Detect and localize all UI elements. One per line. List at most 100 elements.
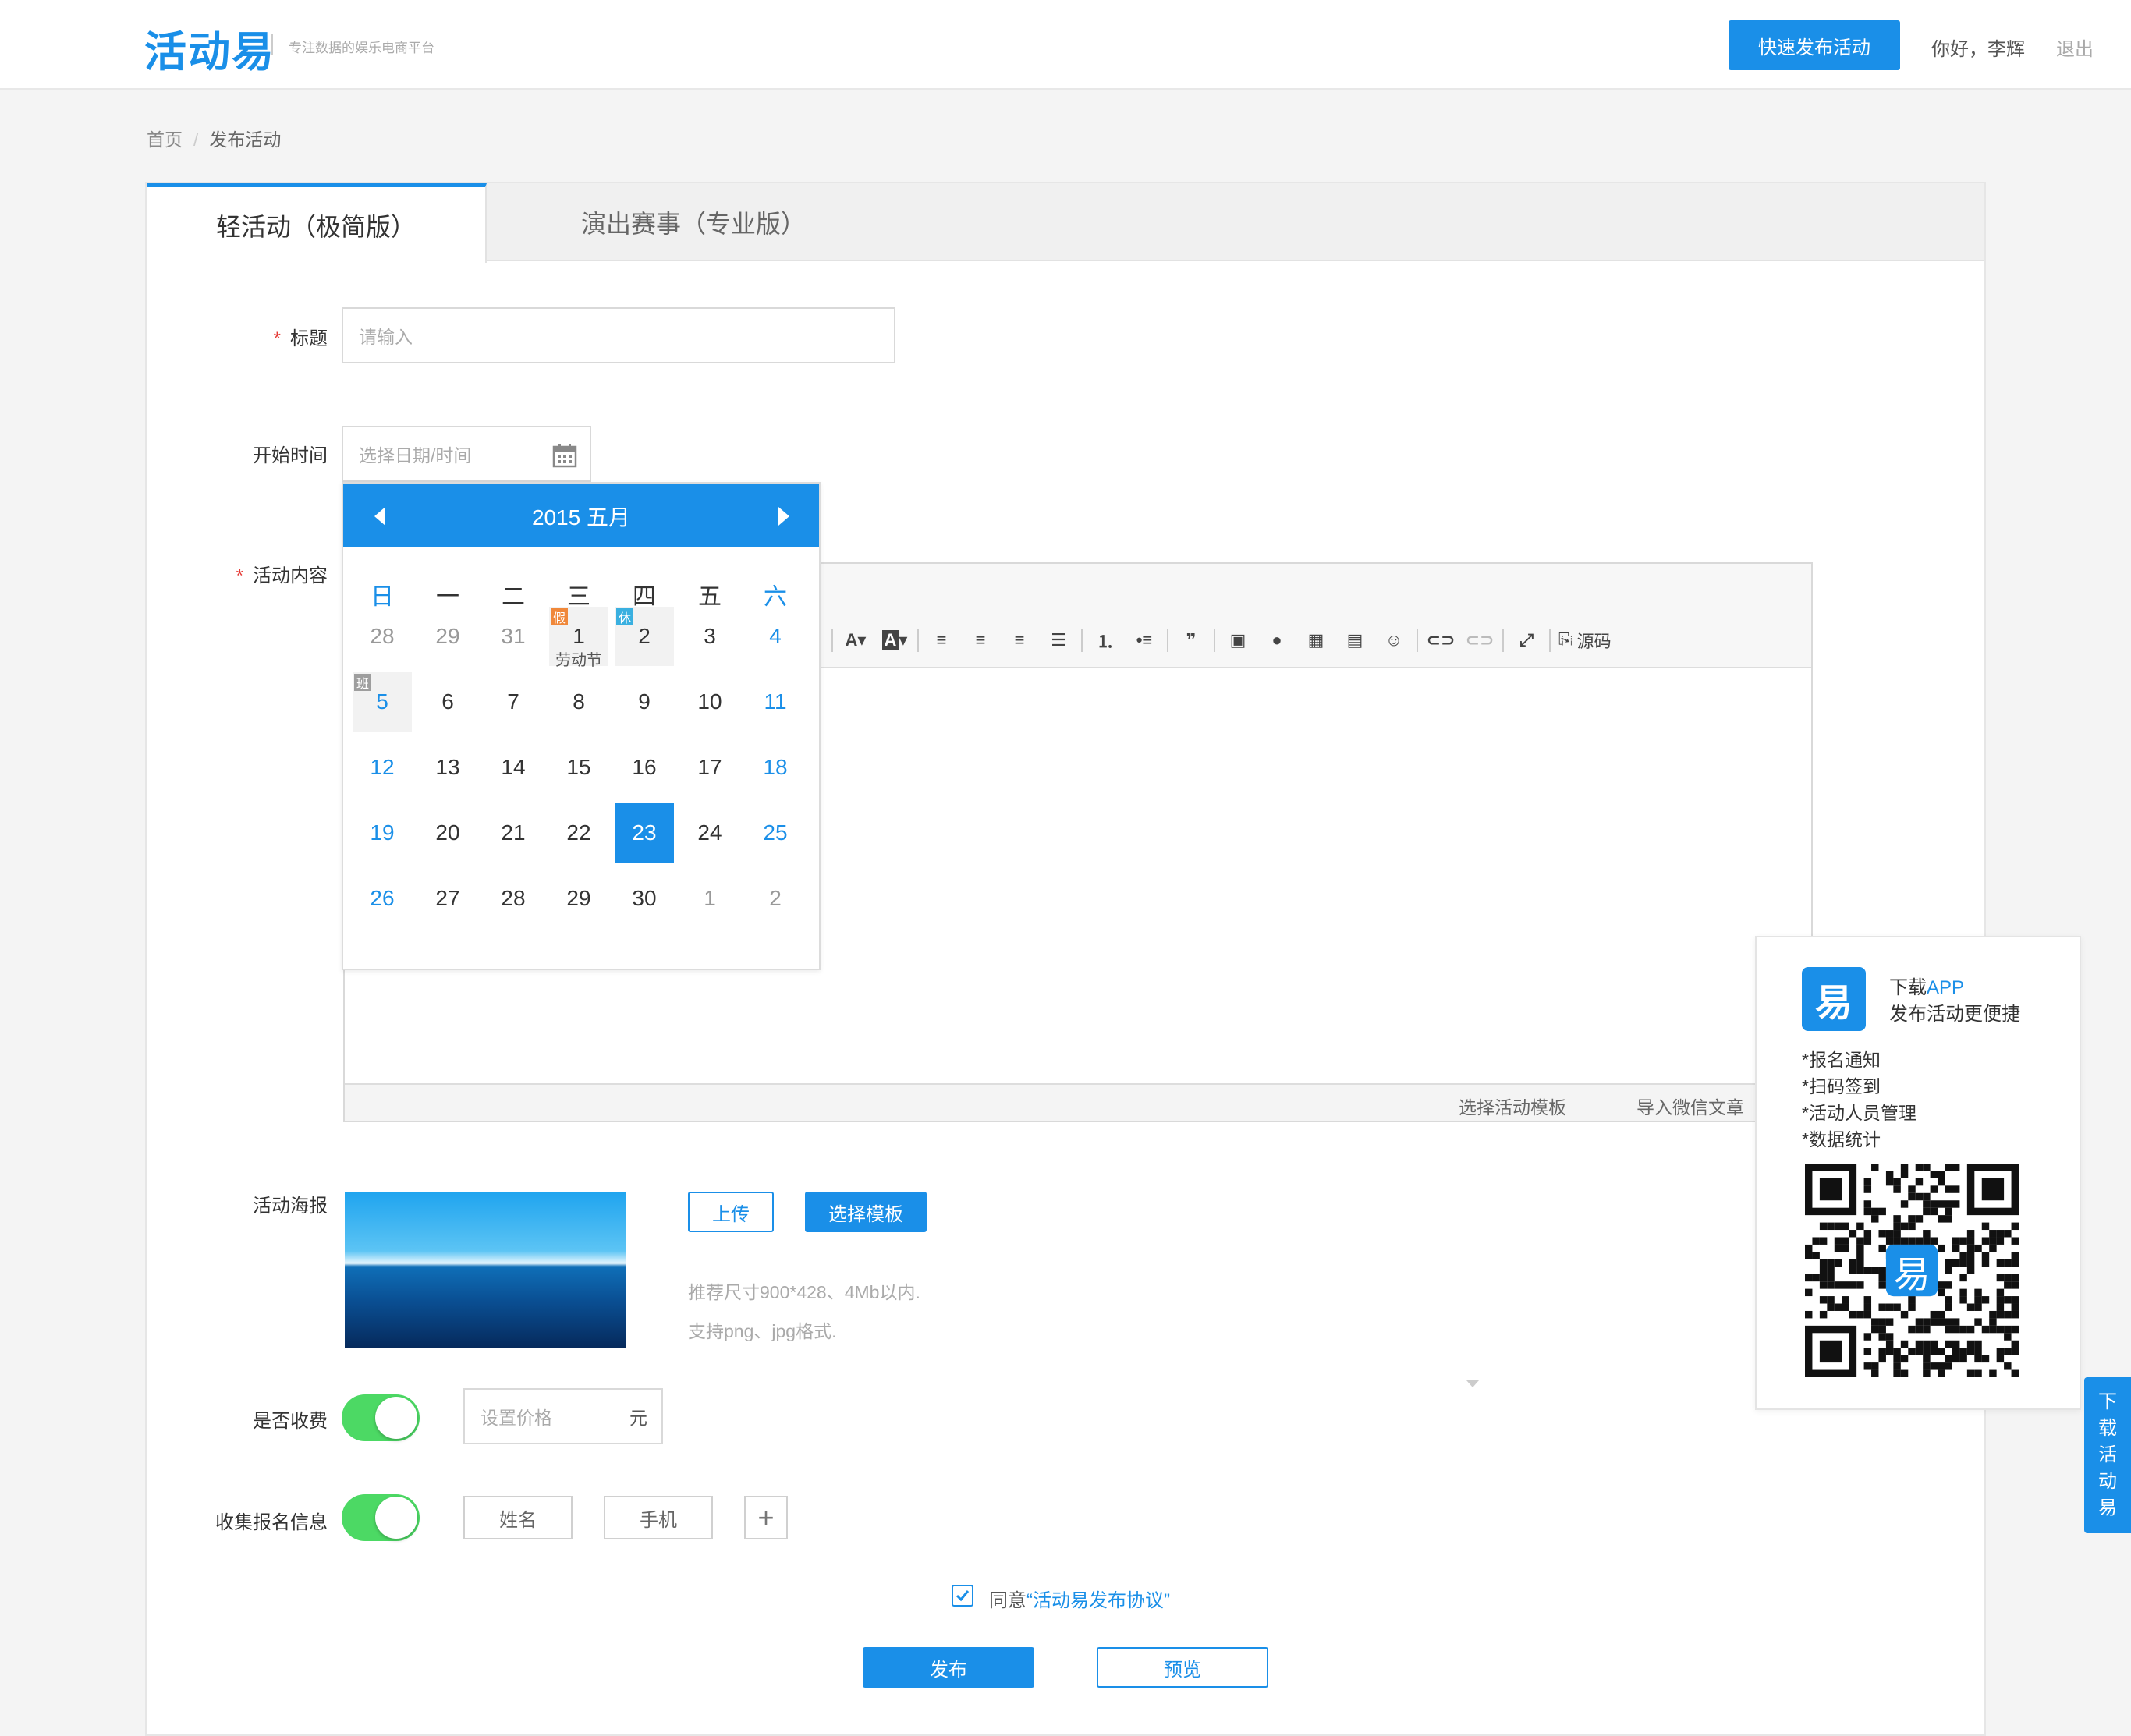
- required-mark: *: [273, 328, 281, 349]
- content-label: * 活动内容: [236, 565, 328, 586]
- user-greeting: 你好，李辉: [1931, 39, 2025, 60]
- link-icon[interactable]: ⊂⊃: [1421, 625, 1460, 656]
- calendar-day[interactable]: 28: [353, 607, 412, 666]
- tab-bar: 轻活动（极简版） 演出赛事（专业版）: [147, 183, 1984, 263]
- unlink-icon[interactable]: ⊂⊃: [1460, 625, 1499, 656]
- poster-label: 活动海报: [253, 1196, 328, 1217]
- price-input[interactable]: 设置价格 元: [463, 1388, 663, 1444]
- agree-checkbox[interactable]: [952, 1585, 973, 1607]
- collect-info-label: 收集报名信息: [215, 1512, 328, 1533]
- title-input[interactable]: 请输入: [342, 307, 895, 363]
- publish-button[interactable]: 发布: [863, 1647, 1034, 1688]
- tab-performance-event[interactable]: 演出赛事（专业版）: [487, 183, 900, 261]
- calendar-day[interactable]: 1: [680, 869, 739, 928]
- side-download-tab[interactable]: 下载活动易: [2084, 1377, 2131, 1533]
- field-chip-name[interactable]: 姓名: [463, 1496, 573, 1539]
- calendar-day[interactable]: 16: [615, 738, 674, 797]
- qr-code-icon: 易: [1805, 1164, 2019, 1377]
- calendar-day[interactable]: 29: [418, 607, 477, 666]
- calendar-day[interactable]: 2: [746, 869, 805, 928]
- upload-button[interactable]: 上传: [688, 1192, 774, 1232]
- calendar-day[interactable]: 9: [615, 672, 674, 732]
- preview-button[interactable]: 预览: [1097, 1647, 1268, 1688]
- calendar-day[interactable]: 7: [484, 672, 543, 732]
- calendar-day[interactable]: 18: [746, 738, 805, 797]
- calendar-day[interactable]: 23: [615, 803, 674, 863]
- calendar-day[interactable]: 21: [484, 803, 543, 863]
- table-icon[interactable]: ▦: [1296, 625, 1335, 656]
- start-time-input[interactable]: 选择日期/时间: [342, 426, 591, 482]
- next-month-icon[interactable]: [778, 507, 789, 526]
- calendar-day[interactable]: 11: [746, 672, 805, 732]
- logo-divider: [271, 34, 273, 55]
- feature-item: *扫码签到: [1802, 1076, 1881, 1097]
- calendar-day[interactable]: 6: [418, 672, 477, 732]
- fullscreen-icon[interactable]: ⤢: [1507, 625, 1546, 656]
- feature-list: *报名通知 *扫码签到 *活动人员管理 *数据统计: [1802, 1047, 1916, 1153]
- ordered-list-icon[interactable]: ⒈: [1086, 625, 1125, 656]
- calendar-day[interactable]: 25: [746, 803, 805, 863]
- holiday-name: 劳动节: [555, 652, 602, 669]
- agreement-text: 同意“活动易发布协议”: [989, 1590, 1170, 1611]
- calendar-day[interactable]: 28: [484, 869, 543, 928]
- calendar-day[interactable]: 19: [353, 803, 412, 863]
- calendar-icon[interactable]: [552, 443, 577, 468]
- calendar-day[interactable]: 26: [353, 869, 412, 928]
- fee-toggle[interactable]: [342, 1394, 420, 1441]
- font-color-icon[interactable]: A▾: [836, 625, 875, 656]
- emoji-icon[interactable]: ☺: [1374, 625, 1413, 656]
- calendar-day[interactable]: 24: [680, 803, 739, 863]
- horizontal-rule-icon[interactable]: ▤: [1335, 625, 1374, 656]
- calendar-day[interactable]: 31: [484, 607, 543, 666]
- field-chip-phone[interactable]: 手机: [604, 1496, 713, 1539]
- editor-footer: 选择活动模板 导入微信文章: [345, 1083, 1811, 1121]
- breadcrumb: 首页 / 发布活动: [147, 125, 281, 151]
- breadcrumb-home[interactable]: 首页: [147, 129, 183, 150]
- align-right-icon[interactable]: ≡: [1000, 625, 1039, 656]
- calendar-day[interactable]: 10: [680, 672, 739, 732]
- add-field-button[interactable]: +: [744, 1496, 788, 1539]
- required-mark: *: [236, 565, 243, 586]
- highlight-color-icon[interactable]: A ▾: [875, 625, 914, 656]
- app-download-panel: 易 下载APP 发布活动更便捷 *报名通知 *扫码签到 *活动人员管理 *数据统…: [1755, 936, 2081, 1410]
- source-code-button[interactable]: ⎘ 源码: [1554, 625, 1616, 656]
- calendar-day[interactable]: 17: [680, 738, 739, 797]
- calendar-day[interactable]: 14: [484, 738, 543, 797]
- logo[interactable]: 活动易: [144, 17, 275, 79]
- agreement-link[interactable]: “活动易发布协议”: [1026, 1590, 1170, 1611]
- tab-light-activity[interactable]: 轻活动（极简版）: [147, 183, 487, 263]
- calendar-day[interactable]: 29: [549, 869, 608, 928]
- image-icon[interactable]: ▣: [1218, 625, 1257, 656]
- calendar-day[interactable]: 15: [549, 738, 608, 797]
- calendar-day[interactable]: 27: [418, 869, 477, 928]
- start-time-label: 开始时间: [253, 445, 328, 466]
- breadcrumb-current: 发布活动: [209, 129, 282, 150]
- unordered-list-icon[interactable]: •≡: [1125, 625, 1164, 656]
- calendar-day[interactable]: 8: [549, 672, 608, 732]
- calendar-day[interactable]: 20: [418, 803, 477, 863]
- calendar-day[interactable]: 22: [549, 803, 608, 863]
- align-left-icon[interactable]: ≡: [922, 625, 961, 656]
- collect-info-toggle[interactable]: [342, 1494, 420, 1541]
- calendar-day[interactable]: 12: [353, 738, 412, 797]
- calendar-day[interactable]: 13: [418, 738, 477, 797]
- align-center-icon[interactable]: ≡: [961, 625, 1000, 656]
- poster-size-hint: 推荐尺寸900*428、4Mb以内.: [688, 1282, 920, 1302]
- select-activity-template-link[interactable]: 选择活动模板: [1459, 1093, 1566, 1119]
- choose-template-button[interactable]: 选择模板: [805, 1192, 927, 1232]
- align-justify-icon[interactable]: ☰: [1039, 625, 1078, 656]
- fee-label: 是否收费: [253, 1411, 328, 1432]
- flash-icon[interactable]: ●: [1257, 625, 1296, 656]
- feature-item: *数据统计: [1802, 1129, 1881, 1150]
- logout-link[interactable]: 退出: [2056, 34, 2094, 61]
- calendar-day[interactable]: 2休: [615, 607, 674, 666]
- blockquote-icon[interactable]: ❞: [1172, 625, 1211, 656]
- calendar-day[interactable]: 3: [680, 607, 739, 666]
- calendar-day[interactable]: 1 假劳动节: [549, 607, 608, 669]
- feature-item: *报名通知: [1802, 1050, 1881, 1070]
- calendar-day[interactable]: 30: [615, 869, 674, 928]
- quick-publish-button[interactable]: 快速发布活动: [1729, 20, 1900, 70]
- calendar-day[interactable]: 4: [746, 607, 805, 666]
- import-wechat-article-link[interactable]: 导入微信文章: [1636, 1093, 1744, 1119]
- calendar-day[interactable]: 5班: [353, 672, 412, 732]
